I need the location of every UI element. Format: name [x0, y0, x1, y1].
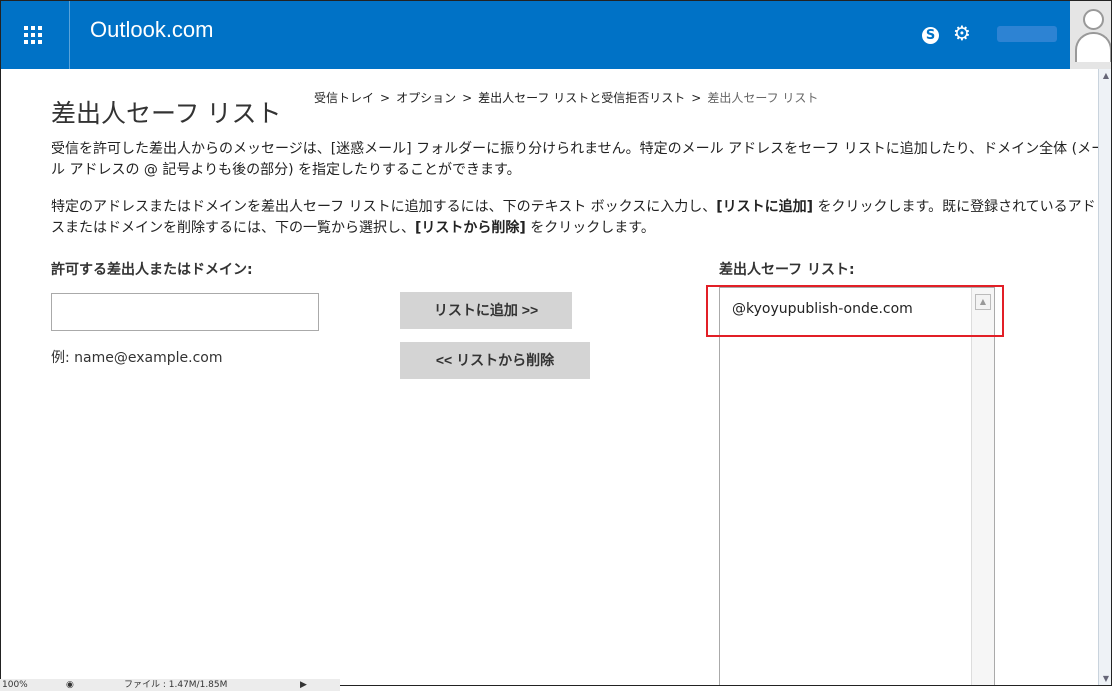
scroll-down-icon[interactable]: ▼: [1101, 674, 1111, 684]
breadcrumb-inbox[interactable]: 受信トレイ: [314, 91, 374, 105]
gear-icon[interactable]: ⚙: [953, 21, 971, 45]
browser-frame: Outlook.com S ⚙ 差出人セーフ リスト 受信トレイ > オプション > 差…: [0, 0, 1112, 686]
top-bar: Outlook.com S ⚙: [1, 1, 1111, 69]
avatar[interactable]: [1070, 1, 1111, 69]
remove-from-list-button[interactable]: << リストから削除: [400, 342, 590, 379]
listbox-scrollbar[interactable]: ▲: [971, 288, 994, 685]
safe-sender-listbox[interactable]: @kyoyupublish-onde.com ▲: [719, 287, 995, 685]
status-bar: 100% ◉ ファイル : 1.47M/1.85M ▶: [0, 679, 340, 691]
breadcrumb-separator: >: [462, 91, 473, 105]
safe-list-label: 差出人セーフ リスト:: [719, 262, 855, 278]
para2-text: 特定のアドレスまたはドメインを差出人セーフ リストに追加するには、下のテキスト …: [51, 199, 717, 215]
header-divider: [69, 1, 70, 69]
breadcrumb-separator: >: [380, 91, 391, 105]
breadcrumb-current: 差出人セーフ リスト: [707, 91, 819, 105]
breadcrumb-options[interactable]: オプション: [396, 91, 456, 105]
zoom-icon[interactable]: ◉: [66, 679, 74, 691]
description-paragraph-2: 特定のアドレスまたはドメインを差出人セーフ リストに追加するには、下のテキスト …: [51, 197, 1111, 239]
sender-domain-input[interactable]: [51, 293, 319, 331]
skype-icon[interactable]: S: [922, 27, 939, 44]
avatar-head-icon: [1083, 9, 1104, 30]
file-size: ファイル : 1.47M/1.85M: [124, 680, 228, 690]
scroll-up-icon[interactable]: ▲: [1101, 71, 1111, 81]
avatar-body-icon: [1075, 32, 1111, 62]
page-title: 差出人セーフ リスト: [51, 99, 282, 128]
example-text: 例: name@example.com: [51, 350, 223, 366]
brand-logo[interactable]: Outlook.com: [90, 17, 214, 43]
allowed-sender-label: 許可する差出人またはドメイン:: [51, 262, 253, 278]
description-paragraph-1: 受信を許可した差出人からのメッセージは、[迷惑メール] フォルダーに振り分けられ…: [51, 141, 1106, 178]
page-scrollbar[interactable]: ▲ ▼: [1098, 69, 1111, 685]
play-icon[interactable]: ▶: [300, 679, 307, 691]
highlight-box: [706, 285, 1004, 337]
breadcrumb-separator: >: [691, 91, 702, 105]
para2-add-ref: [リストに追加]: [716, 199, 814, 215]
main-content: 差出人セーフ リスト 受信トレイ > オプション > 差出人セーフ リストと受信拒否リス…: [1, 69, 1110, 685]
app-launcher-icon[interactable]: [24, 26, 42, 44]
zoom-level[interactable]: 100%: [2, 679, 28, 691]
add-to-list-button[interactable]: リストに追加 >>: [400, 292, 572, 329]
para2-text: をクリックします。: [525, 220, 655, 236]
user-name[interactable]: [997, 26, 1057, 42]
para2-remove-ref: [リストから削除]: [415, 220, 526, 236]
breadcrumb-safe-and-blocked[interactable]: 差出人セーフ リストと受信拒否リスト: [478, 91, 685, 105]
breadcrumb: 受信トレイ > オプション > 差出人セーフ リストと受信拒否リスト > 差出人セーフ リス…: [314, 89, 818, 106]
